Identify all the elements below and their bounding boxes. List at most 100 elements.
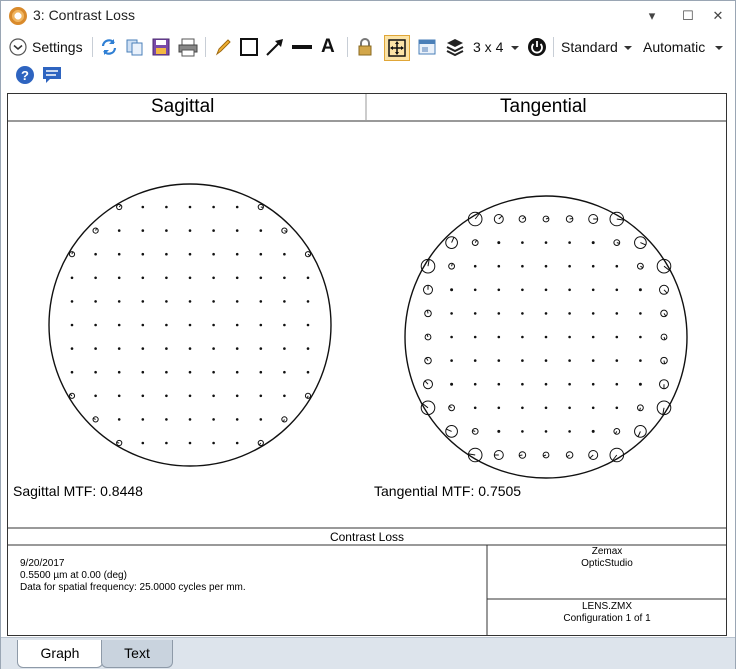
sagittal-spot bbox=[117, 229, 121, 232]
filename-label: LENS.ZMX bbox=[581, 601, 632, 612]
tangential-spot-tick bbox=[566, 454, 570, 458]
tangential-spot bbox=[497, 288, 501, 292]
tangential-spot bbox=[497, 241, 501, 245]
tangential-spot bbox=[521, 382, 524, 386]
sagittal-spot bbox=[306, 300, 310, 303]
refresh-icon[interactable] bbox=[99, 37, 119, 59]
contrast-loss-window: 3: Contrast Loss ▾ ☐ ✕ Settings A 3 x 4 … bbox=[0, 0, 736, 669]
tab-text[interactable]: Text bbox=[101, 640, 173, 668]
close-icon[interactable]: ✕ bbox=[707, 5, 729, 27]
tangential-spot bbox=[544, 430, 548, 433]
tangential-spot bbox=[568, 406, 571, 410]
comment-icon[interactable] bbox=[41, 65, 63, 87]
sagittal-spot bbox=[259, 323, 263, 327]
tangential-spot bbox=[521, 430, 524, 433]
line-icon[interactable] bbox=[291, 37, 313, 59]
tangential-spot bbox=[497, 429, 501, 433]
sagittal-spot bbox=[283, 276, 286, 280]
tangential-spot bbox=[544, 312, 548, 315]
sagittal-spot bbox=[141, 370, 145, 374]
tangential-spot bbox=[591, 406, 595, 410]
title-bar: 3: Contrast Loss ▾ ☐ ✕ bbox=[1, 1, 735, 31]
sagittal-spot bbox=[94, 394, 97, 398]
layout-dropdown[interactable]: 3 x 4 bbox=[473, 36, 521, 58]
tangential-title: Tangential bbox=[500, 96, 587, 117]
rectangle-icon[interactable] bbox=[239, 37, 259, 59]
standard-dropdown[interactable]: Standard bbox=[561, 36, 633, 58]
sagittal-spot bbox=[165, 418, 168, 421]
sagittal-spot bbox=[188, 441, 192, 445]
tangential-spot-tick bbox=[589, 454, 594, 459]
tangential-spot-tick bbox=[639, 407, 641, 411]
tangential-spot bbox=[497, 264, 501, 268]
text-icon[interactable]: A bbox=[321, 36, 335, 58]
tab-graph[interactable]: Graph bbox=[17, 640, 103, 668]
window-dropdown-icon[interactable]: ▾ bbox=[641, 5, 663, 27]
tangential-spot bbox=[473, 288, 477, 292]
tangential-spot bbox=[615, 335, 619, 339]
tangential-spot-tick bbox=[424, 380, 429, 385]
sagittal-spot bbox=[188, 418, 192, 421]
sagittal-spot bbox=[259, 300, 263, 303]
maximize-icon[interactable]: ☐ bbox=[677, 5, 699, 27]
tangential-spot-ring bbox=[445, 425, 458, 438]
tangential-spot-tick bbox=[498, 215, 503, 220]
automatic-dropdown-icon bbox=[715, 46, 723, 50]
settings-button[interactable]: Settings bbox=[9, 36, 89, 58]
tangential-spot bbox=[568, 382, 571, 386]
sagittal-spot bbox=[165, 300, 168, 303]
tangential-spot-tick bbox=[474, 239, 478, 243]
tangential-spot-tick bbox=[426, 310, 429, 314]
sagittal-spot bbox=[70, 370, 74, 374]
tangential-spot bbox=[497, 406, 501, 410]
sagittal-spot bbox=[188, 252, 192, 256]
sagittal-mtf-value: Sagittal MTF: 0.8448 bbox=[13, 483, 143, 499]
sagittal-spot bbox=[306, 347, 310, 350]
sagittal-spot bbox=[117, 300, 121, 303]
sagittal-spot bbox=[235, 205, 239, 209]
tangential-spot bbox=[521, 406, 524, 410]
tangential-spot bbox=[591, 312, 595, 315]
tangential-spot bbox=[638, 382, 642, 386]
tangential-spot bbox=[591, 241, 595, 245]
lock-icon[interactable] bbox=[355, 37, 375, 59]
standard-label: Standard bbox=[561, 39, 618, 55]
tangential-spot-tick bbox=[614, 431, 618, 435]
tangential-spot-tick bbox=[663, 313, 667, 317]
toolbar: Settings A 3 x 4 Standard Automatic ? bbox=[1, 31, 735, 93]
sagittal-spot bbox=[235, 394, 239, 398]
sagittal-spot bbox=[141, 205, 145, 209]
tangential-spot bbox=[615, 288, 619, 292]
arrow-icon[interactable] bbox=[265, 37, 285, 59]
fit-button[interactable] bbox=[384, 35, 410, 61]
settings-label: Settings bbox=[32, 39, 83, 55]
tangential-spot bbox=[615, 359, 619, 362]
tangential-spot bbox=[544, 288, 548, 292]
sagittal-spot bbox=[235, 441, 239, 445]
tangential-spot-tick bbox=[569, 217, 573, 220]
tangential-spot bbox=[568, 335, 571, 339]
fit-icon bbox=[388, 39, 406, 57]
sagittal-spot bbox=[306, 370, 310, 374]
copy-icon[interactable] bbox=[125, 37, 145, 59]
power-icon[interactable] bbox=[527, 37, 547, 59]
layers-icon[interactable] bbox=[445, 37, 465, 59]
tangential-spot bbox=[521, 359, 524, 362]
sagittal-spot bbox=[283, 347, 286, 350]
tangential-spot-tick bbox=[640, 265, 644, 269]
tangential-spot bbox=[639, 312, 642, 315]
tangential-spot bbox=[615, 406, 619, 410]
print-icon[interactable] bbox=[177, 37, 199, 59]
tangential-spot bbox=[568, 264, 571, 268]
tangential-spot bbox=[615, 312, 619, 315]
app-icon[interactable] bbox=[9, 7, 27, 25]
sagittal-spot bbox=[235, 252, 239, 256]
automatic-dropdown[interactable]: Automatic bbox=[643, 36, 725, 58]
svg-text:?: ? bbox=[21, 68, 29, 83]
help-icon[interactable]: ? bbox=[15, 65, 35, 87]
window-icon[interactable] bbox=[417, 37, 437, 59]
sagittal-spot bbox=[165, 205, 168, 209]
save-icon[interactable] bbox=[151, 37, 171, 59]
sagittal-spot bbox=[141, 418, 145, 421]
pencil-icon[interactable] bbox=[213, 37, 233, 59]
